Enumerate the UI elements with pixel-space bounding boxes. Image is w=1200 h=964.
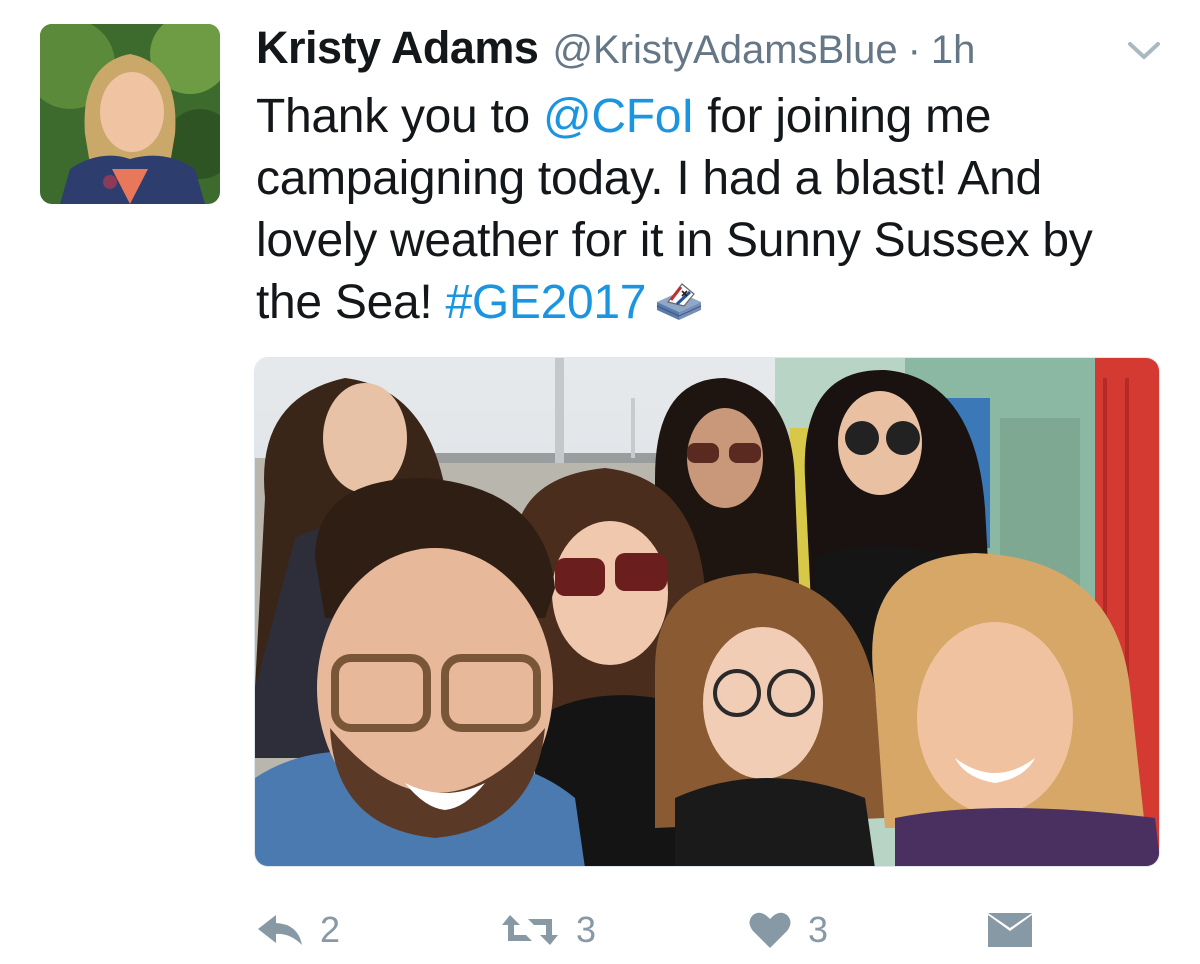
- tweet-text: Thank you to @CFoI for joining me campai…: [256, 86, 1156, 334]
- tweet-actions: 2 3 3: [256, 900, 1056, 960]
- tweet-timestamp[interactable]: 1h: [931, 28, 976, 73]
- group-selfie-image: [255, 358, 1159, 866]
- heart-icon: [749, 912, 791, 948]
- separator-dot: ·: [907, 28, 921, 72]
- like-count: 3: [808, 909, 829, 950]
- mention-link[interactable]: @CFoI: [543, 90, 695, 143]
- reply-button[interactable]: 2: [256, 900, 340, 960]
- retweet-count: 3: [576, 909, 597, 950]
- retweet-button[interactable]: 3: [500, 900, 596, 960]
- tweet-text-part: Thank you to: [256, 90, 543, 143]
- author-handle[interactable]: @KristyAdamsBlue: [552, 28, 897, 73]
- tweet-photo[interactable]: [254, 357, 1160, 867]
- reply-icon: [258, 915, 302, 945]
- direct-message-button[interactable]: [986, 900, 1034, 960]
- author-avatar[interactable]: [40, 24, 220, 204]
- chevron-down-icon[interactable]: [1124, 36, 1164, 64]
- author-name[interactable]: Kristy Adams: [256, 22, 539, 74]
- avatar-image: [40, 24, 220, 204]
- hashtag-link[interactable]: #GE2017: [445, 276, 646, 329]
- tweet-header: Kristy Adams @KristyAdamsBlue · 1h: [256, 22, 975, 78]
- ballot-box-icon: [654, 278, 704, 324]
- retweet-icon: [502, 915, 558, 945]
- reply-count: 2: [320, 909, 341, 950]
- like-button[interactable]: 3: [748, 900, 828, 960]
- envelope-icon: [988, 913, 1032, 947]
